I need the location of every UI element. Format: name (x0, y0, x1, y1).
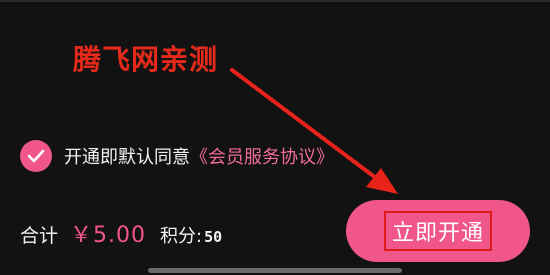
price-value: ￥5.00 (70, 223, 147, 248)
agreement-text: 开通即默认同意 (64, 147, 190, 168)
agreement-row: 开通即默认同意 《会员服务协议》 (20, 138, 334, 174)
total-label: 合计 (20, 225, 59, 247)
points-value: 50 (204, 228, 223, 246)
total-row: 合计 ￥5.00 积分: 50 (20, 217, 223, 248)
home-indicator (148, 268, 402, 273)
watermark-text: 腾飞网亲测 (73, 43, 219, 76)
points-label: 积分: (160, 226, 203, 247)
service-agreement-link[interactable]: 《会员服务协议》 (190, 143, 334, 169)
open-now-button-label: 立即开通 (383, 211, 492, 251)
open-now-button[interactable]: 立即开通 (346, 200, 530, 262)
top-divider (0, 0, 550, 2)
agreement-checkbox[interactable] (20, 140, 52, 172)
checkmark-icon (27, 149, 45, 163)
